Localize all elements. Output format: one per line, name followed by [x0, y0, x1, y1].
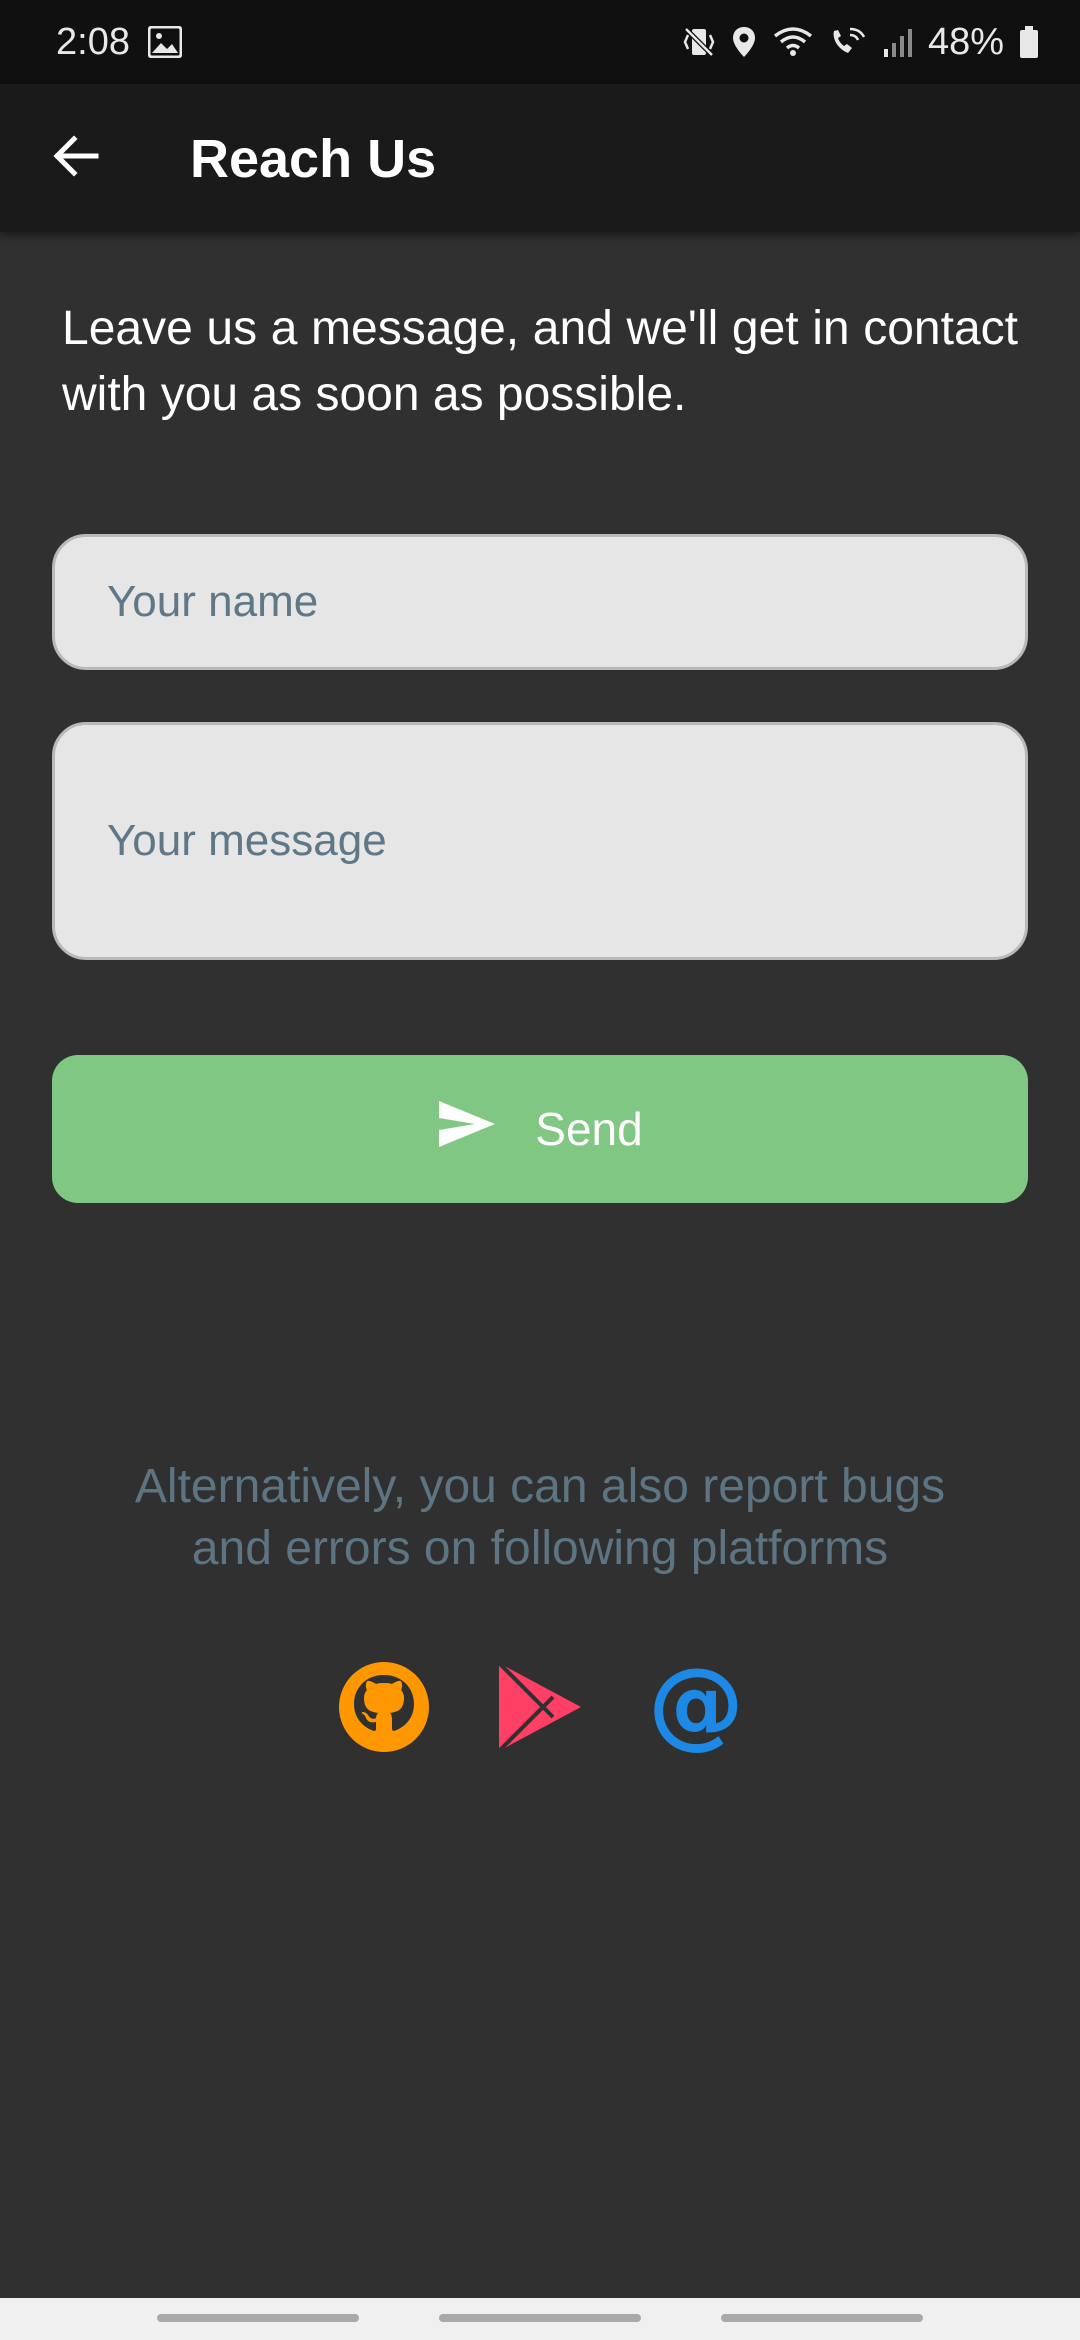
- email-at-icon: @: [648, 1647, 744, 1759]
- battery-icon: [1018, 25, 1040, 59]
- email-link[interactable]: @: [648, 1647, 744, 1759]
- github-icon: [338, 1661, 430, 1758]
- status-time: 2:08: [56, 20, 130, 63]
- svg-text:@: @: [650, 1661, 742, 1753]
- nav-back-button[interactable]: [721, 2314, 923, 2322]
- message-input[interactable]: [52, 722, 1028, 960]
- gallery-icon: [147, 26, 182, 58]
- wifi-calling-icon: [828, 25, 868, 59]
- arrow-left-icon: [52, 134, 100, 183]
- signal-icon: [882, 25, 914, 59]
- location-icon: [730, 25, 758, 59]
- nav-home-button[interactable]: [439, 2314, 641, 2322]
- system-nav-bar: [0, 2298, 1080, 2340]
- status-left: 2:08: [56, 21, 182, 64]
- github-link[interactable]: [337, 1661, 431, 1758]
- page-title: Reach Us: [190, 129, 437, 189]
- name-input[interactable]: [52, 534, 1028, 670]
- app-bar: Reach Us: [0, 84, 1080, 232]
- back-button[interactable]: [44, 126, 108, 190]
- send-label: Send: [535, 1103, 643, 1155]
- intro-text: Leave us a message, and we'll get in con…: [62, 302, 1018, 421]
- send-button[interactable]: Send: [52, 1055, 1028, 1203]
- status-right: 48%: [682, 21, 1040, 64]
- play-store-icon: [495, 1661, 585, 1758]
- vibrate-icon: [682, 25, 716, 59]
- platform-links: @: [0, 1647, 1080, 1759]
- wifi-icon: [772, 25, 814, 59]
- send-icon: [437, 1099, 497, 1160]
- alternatives-text: Alternatively, you can also report bugs …: [134, 1460, 946, 1575]
- nav-recents-button[interactable]: [157, 2314, 359, 2322]
- battery-percent: 48%: [927, 20, 1004, 63]
- status-bar: 2:08 48%: [0, 0, 1080, 84]
- play-store-link[interactable]: [493, 1661, 587, 1758]
